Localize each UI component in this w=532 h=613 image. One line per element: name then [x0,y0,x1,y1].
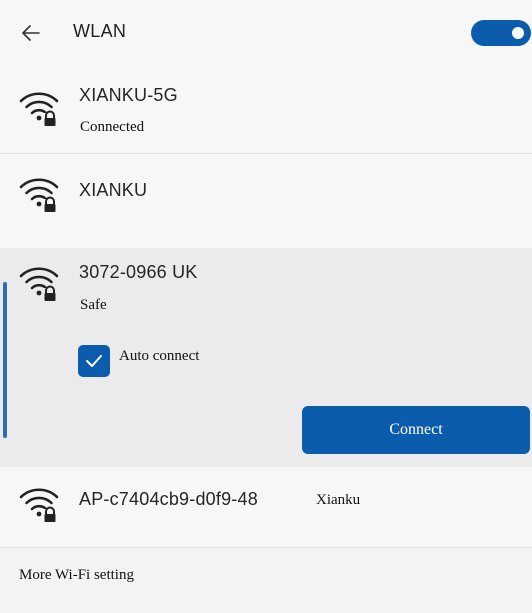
auto-connect-label: Auto connect [119,348,200,364]
network-item-xianku[interactable]: XIANKU [0,154,532,248]
wifi-secured-icon [19,92,59,126]
checkbox-box[interactable] [78,345,110,377]
network-name: 3072-0966 UK [79,262,198,282]
network-name: XIANKU-5G [79,85,178,105]
wifi-secured-icon [19,178,59,212]
selection-indicator [3,282,7,438]
network-status: Connected [80,119,145,135]
network-item-xianku-5g[interactable]: XIANKU-5G Connected [0,68,532,153]
wifi-secured-icon [19,267,59,301]
toggle-knob [512,27,524,39]
wlan-header: WLAN [0,0,532,68]
wlan-panel: WLAN XIANKU-5G Connected XIANKU 3072-096… [0,0,532,613]
arrow-left-icon [22,25,40,41]
page-title: WLAN [73,21,127,41]
checkmark-icon [86,355,102,367]
auto-connect-checkbox[interactable]: Auto connect [78,344,298,378]
network-name: XIANKU [79,180,148,200]
network-name: AP-c7404cb9-d0f9-48 [79,489,258,509]
back-button[interactable] [14,16,48,50]
network-item-ap-c7404cb9[interactable]: AP-c7404cb9-d0f9-48 Xianku [0,467,532,547]
wifi-secured-icon [19,488,59,522]
network-owner-label: Xianku [316,492,361,508]
network-status: Safe [80,297,107,313]
more-wifi-settings-label: More Wi-Fi setting [19,567,134,583]
wlan-toggle[interactable] [471,20,531,46]
more-wifi-settings-link[interactable]: More Wi-Fi setting [0,548,532,613]
connect-button[interactable]: Connect [302,406,530,454]
